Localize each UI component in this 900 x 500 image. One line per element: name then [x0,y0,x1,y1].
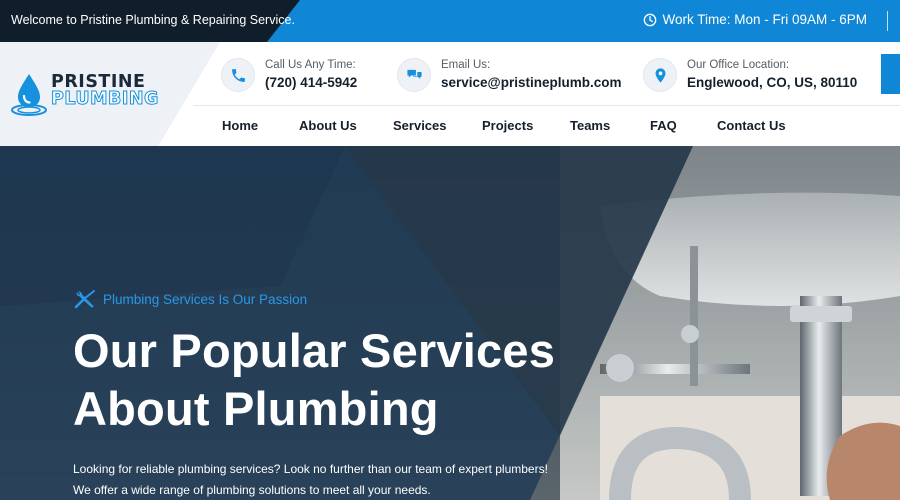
office-address: Englewood, CO, US, 80110 [687,75,858,90]
work-time: Work Time: Mon - Fri 09AM - 6PM [643,12,867,27]
welcome-message: Welcome to Pristine Plumbing & Repairing… [11,13,295,27]
hero-tagline-text: Plumbing Services Is Our Passion [103,291,308,307]
contact-email[interactable]: Email Us: service@pristineplumb.com [397,58,621,92]
hero-description-line-1: Looking for reliable plumbing services? … [73,462,548,476]
water-drop-icon [11,74,47,116]
office-label: Our Office Location: [687,59,790,71]
top-bar-divider [887,11,888,31]
contact-phone[interactable]: Call Us Any Time: (720) 414-5942 [221,58,357,92]
site-logo[interactable]: PRISTINE PLUMBING [10,72,170,120]
site-header: PRISTINE PLUMBING Call Us Any Time: (720… [0,42,900,146]
header-divider [193,105,900,106]
nav-services[interactable]: Services [393,118,447,133]
phone-number[interactable]: (720) 414-5942 [265,75,357,90]
nav-teams[interactable]: Teams [570,118,610,133]
header-cta-edge[interactable] [881,54,900,94]
clock-icon [644,13,657,26]
logo-text-plumbing: PLUMBING [51,89,159,110]
hero-title: Our Popular Services About Plumbing [73,322,555,438]
email-address[interactable]: service@pristineplumb.com [441,75,621,90]
location-pin-icon [643,58,677,92]
phone-label: Call Us Any Time: [265,59,356,71]
email-label: Email Us: [441,59,491,71]
nav-contact-us[interactable]: Contact Us [717,118,786,133]
work-time-text: Work Time: Mon - Fri 09AM - 6PM [662,12,867,27]
phone-icon [221,58,255,92]
hero-description: Looking for reliable plumbing services? … [73,459,548,500]
hero-title-line-2: About Plumbing [73,382,439,435]
chat-icon [397,58,431,92]
nav-projects[interactable]: Projects [482,118,533,133]
hero-title-line-1: Our Popular Services [73,324,556,377]
top-bar: Welcome to Pristine Plumbing & Repairing… [0,0,900,42]
hero-section: Plumbing Services Is Our Passion Our Pop… [0,146,900,500]
nav-faq[interactable]: FAQ [650,118,677,133]
hero-tagline: Plumbing Services Is Our Passion [73,288,307,310]
contact-office: Our Office Location: Englewood, CO, US, … [643,58,857,92]
hero-description-line-2: We offer a wide range of plumbing soluti… [73,483,431,497]
wrench-screwdriver-icon [74,290,95,309]
nav-about-us[interactable]: About Us [299,118,357,133]
nav-home[interactable]: Home [222,118,258,133]
